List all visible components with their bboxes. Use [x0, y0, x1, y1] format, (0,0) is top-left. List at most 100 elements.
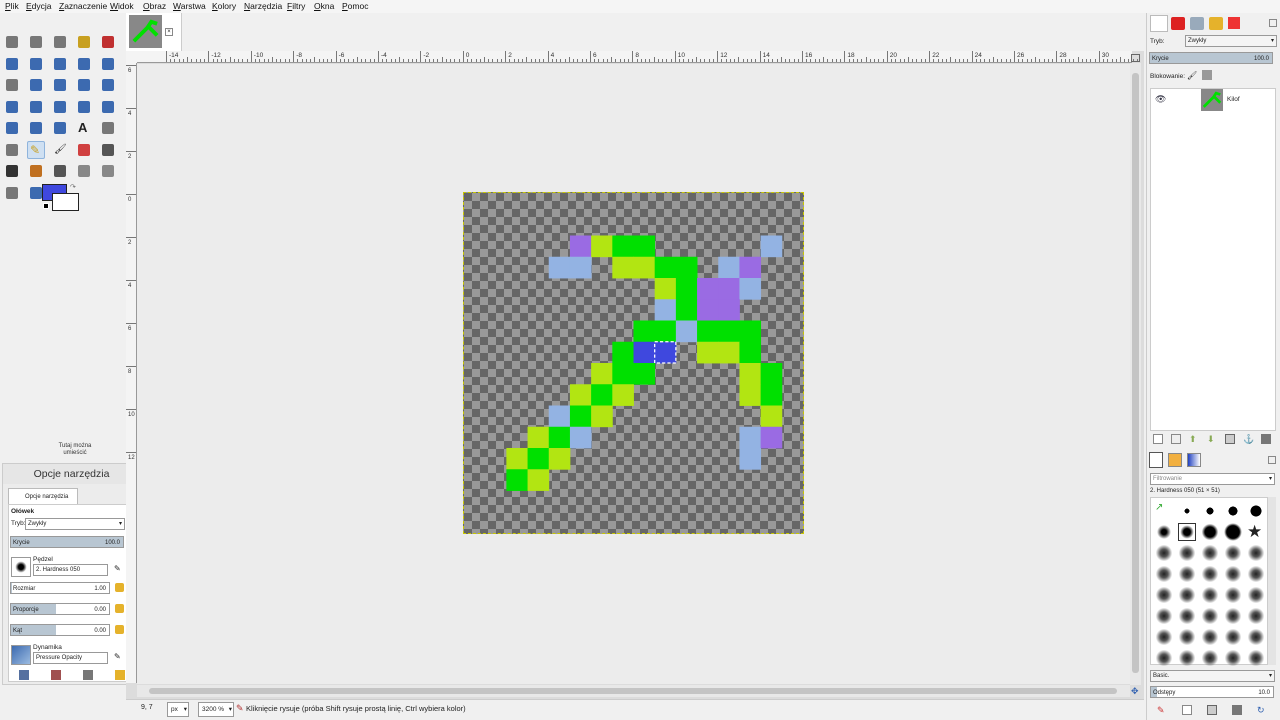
- color-picker-tool[interactable]: [75, 55, 93, 73]
- warp-tool[interactable]: [51, 119, 69, 137]
- tab-tool-options[interactable]: Opcje narzędzia: [8, 488, 78, 504]
- vertical-ruler[interactable]: 6 4 2 0 2 4 6 8 10 12: [126, 63, 137, 683]
- zoom-tool[interactable]: [99, 55, 117, 73]
- brush-item[interactable]: [1201, 523, 1219, 541]
- move-tool[interactable]: [27, 76, 45, 94]
- measure-tool[interactable]: [3, 76, 21, 94]
- brush-item[interactable]: [1247, 502, 1265, 520]
- brush-item[interactable]: [1155, 628, 1173, 646]
- angle-slider[interactable]: Kąt 0.00: [10, 624, 110, 636]
- new-brush-icon[interactable]: [1182, 705, 1192, 715]
- spacing-slider[interactable]: Odstępy 10.0: [1150, 686, 1274, 698]
- dynamics-field[interactable]: Pressure Opacity: [33, 652, 108, 664]
- shear-tool[interactable]: [27, 98, 45, 116]
- refresh-brushes-icon[interactable]: ↻: [1257, 705, 1267, 715]
- close-icon[interactable]: ×: [165, 28, 173, 36]
- reset-size-icon[interactable]: [115, 583, 124, 592]
- foreground-select-tool[interactable]: [27, 55, 45, 73]
- brush-item[interactable]: [1155, 544, 1173, 562]
- tab-images[interactable]: [1228, 17, 1240, 29]
- image-thumbnail[interactable]: [129, 15, 162, 48]
- brush-item[interactable]: [1224, 628, 1242, 646]
- brush-item[interactable]: [1224, 586, 1242, 604]
- align-tool[interactable]: [51, 76, 69, 94]
- brush-item[interactable]: [1201, 628, 1219, 646]
- raise-layer-icon[interactable]: ⬆: [1189, 434, 1199, 444]
- brush-item[interactable]: [1178, 502, 1196, 520]
- image-canvas[interactable]: [463, 192, 804, 534]
- fuzzy-select-tool[interactable]: [75, 33, 93, 51]
- reset-aspect-icon[interactable]: [115, 604, 124, 613]
- tab-channels[interactable]: [1171, 17, 1185, 30]
- flip-tool[interactable]: [3, 119, 21, 137]
- brush-item[interactable]: ★: [1247, 523, 1265, 541]
- layer-opacity-slider[interactable]: Krycie 100.0: [1149, 52, 1273, 64]
- swap-colors-icon[interactable]: ↷: [70, 183, 78, 191]
- brush-item[interactable]: [1178, 628, 1196, 646]
- handle-transform-tool[interactable]: [99, 98, 117, 116]
- clone-tool[interactable]: [51, 162, 69, 180]
- reset-options-icon[interactable]: [115, 670, 125, 680]
- brush-item[interactable]: [1224, 544, 1242, 562]
- menu-kolory[interactable]: Kolory: [212, 1, 236, 11]
- mypaint-tool[interactable]: [27, 162, 45, 180]
- brush-item[interactable]: [1201, 565, 1219, 583]
- brush-item[interactable]: [1155, 523, 1173, 541]
- paintbrush-tool[interactable]: 🖌: [51, 141, 69, 159]
- dock-menu-icon[interactable]: [1268, 456, 1276, 464]
- brush-scrollbar[interactable]: [1268, 497, 1276, 665]
- tab-patterns[interactable]: [1168, 453, 1182, 467]
- size-slider[interactable]: Rozmiar 1.00: [10, 582, 110, 594]
- menu-widok[interactable]: Widok: [110, 1, 134, 11]
- perspective-tool[interactable]: [51, 98, 69, 116]
- brush-item[interactable]: [1247, 607, 1265, 625]
- menu-okna[interactable]: Okna: [314, 1, 334, 11]
- brush-item[interactable]: [1224, 649, 1242, 667]
- lock-alpha-icon[interactable]: [1202, 70, 1212, 80]
- brush-item[interactable]: [1247, 586, 1265, 604]
- tab-brushes[interactable]: [1149, 452, 1163, 468]
- brush-item[interactable]: [1224, 523, 1242, 541]
- brush-item[interactable]: [1224, 565, 1242, 583]
- new-layer-icon[interactable]: [1153, 434, 1163, 444]
- brush-item[interactable]: ↗: [1155, 502, 1173, 520]
- opacity-slider[interactable]: Krycie 100.0: [10, 536, 124, 548]
- tab-undo[interactable]: [1209, 17, 1223, 30]
- tab-paths[interactable]: [1190, 17, 1204, 30]
- dynamics-icon[interactable]: [11, 645, 31, 665]
- brush-item[interactable]: [1201, 607, 1219, 625]
- eye-icon[interactable]: 👁: [1155, 94, 1166, 105]
- brush-item[interactable]: [1155, 649, 1173, 667]
- heal-tool[interactable]: [75, 162, 93, 180]
- select-by-color-tool[interactable]: [99, 33, 117, 51]
- delete-layer-icon[interactable]: [1261, 434, 1271, 444]
- rotate-tool[interactable]: [99, 76, 117, 94]
- brush-item[interactable]: [1201, 586, 1219, 604]
- lock-pixels-icon[interactable]: 🖌: [1187, 71, 1197, 80]
- edit-dynamics-icon[interactable]: ✎: [114, 652, 124, 662]
- zoom-fit-icon[interactable]: [1131, 54, 1140, 62]
- brush-item[interactable]: [1247, 544, 1265, 562]
- brush-item[interactable]: [1155, 565, 1173, 583]
- lower-layer-icon[interactable]: ⬇: [1207, 434, 1217, 444]
- brush-item[interactable]: [1201, 544, 1219, 562]
- zoom-select[interactable]: 3200 % ▾: [198, 702, 234, 717]
- duplicate-layer-icon[interactable]: [1225, 434, 1235, 444]
- brush-filter-input[interactable]: Filtrowanie ▾: [1150, 473, 1275, 485]
- scissors-tool[interactable]: [3, 55, 21, 73]
- brush-item[interactable]: [1247, 649, 1265, 667]
- ink-tool[interactable]: [3, 162, 21, 180]
- brush-item[interactable]: [1178, 586, 1196, 604]
- ellipse-select-tool[interactable]: [27, 33, 45, 51]
- dock-menu-icon[interactable]: [1269, 19, 1277, 27]
- new-group-icon[interactable]: [1171, 434, 1181, 444]
- crop-tool[interactable]: [75, 76, 93, 94]
- anchor-icon[interactable]: ⚓: [1243, 434, 1254, 444]
- brush-preset-select[interactable]: Basic. ▾: [1150, 670, 1275, 682]
- menu-filtry[interactable]: Filtry: [287, 1, 305, 11]
- menu-plik[interactable]: Plik: [5, 1, 19, 11]
- pencil-tool[interactable]: ✎: [27, 140, 45, 159]
- rect-select-tool[interactable]: [3, 33, 21, 51]
- menu-edycja[interactable]: Edycja: [26, 1, 52, 11]
- default-colors-icon[interactable]: [43, 203, 49, 209]
